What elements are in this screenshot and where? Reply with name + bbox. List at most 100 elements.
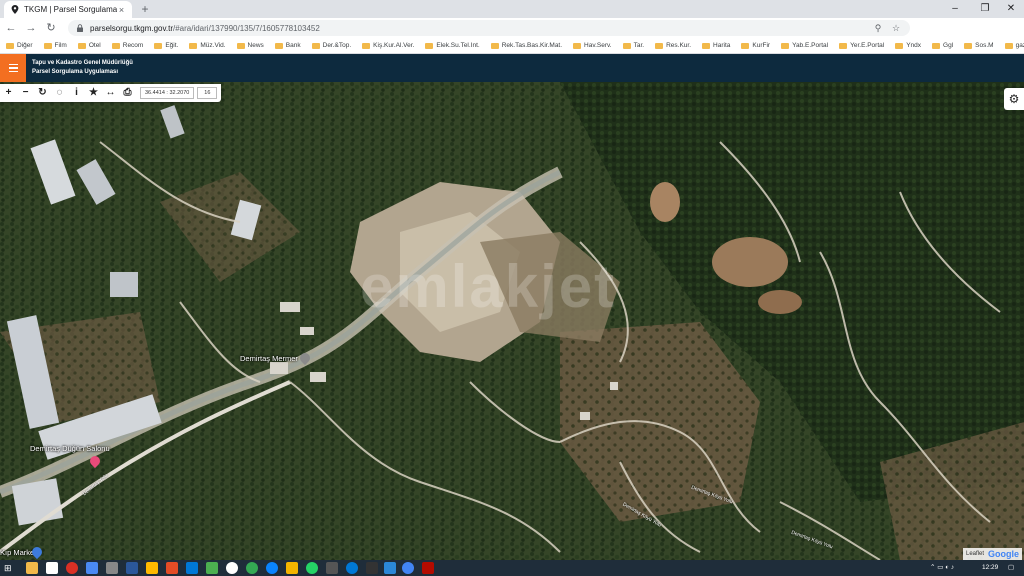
bookmarks-bar: Diğer Film Otel Recom Eğit. Müz.Vid. News Bank D… bbox=[0, 38, 1024, 54]
taskbar-app-icon[interactable] bbox=[266, 562, 278, 574]
satellite-imagery bbox=[0, 82, 1024, 560]
bookmark-folder[interactable]: Harita bbox=[702, 42, 730, 49]
browser-toolbar: ← → ↻ ⌂ parselsorgu.tkgm.gov.tr/#ara/ida… bbox=[0, 18, 1024, 51]
clock[interactable]: 12:29 bbox=[982, 560, 998, 576]
bookmark-label: Yab.E.Portal bbox=[792, 42, 829, 49]
system-tray-icons[interactable]: ⌃ ▭ ◐ ♪ bbox=[930, 560, 954, 576]
settings-gear-icon[interactable]: ⚙ bbox=[1004, 88, 1024, 110]
new-tab-button[interactable]: + bbox=[138, 2, 152, 16]
folder-icon bbox=[236, 42, 245, 49]
folder-icon bbox=[154, 42, 163, 49]
bookmark-folder[interactable]: Recom bbox=[111, 42, 143, 49]
taskbar-app-icon[interactable] bbox=[146, 562, 158, 574]
location-pin-icon bbox=[10, 5, 19, 14]
poi-label-mermer[interactable]: Demirtaş Mermer bbox=[240, 354, 298, 363]
bookmark-folder[interactable]: Bank bbox=[274, 42, 301, 49]
bookmark-folder[interactable]: Rek.Tas.Bas.Kir.Mat. bbox=[490, 42, 562, 49]
taskbar-app-icon[interactable] bbox=[384, 562, 396, 574]
measure-icon[interactable]: ↔ bbox=[102, 84, 119, 102]
bookmark-label: Bank bbox=[285, 42, 301, 49]
zoom-level-display[interactable]: 16 bbox=[197, 87, 218, 99]
satellite-map[interactable]: emlakjet + − ↻ ◌ i ★ ↔ ⎙ 36.4414 : 32.20… bbox=[0, 82, 1024, 560]
bookmark-label: Elek.Su.Tel.Int. bbox=[436, 42, 480, 49]
taskbar-app-icon[interactable] bbox=[166, 562, 178, 574]
taskbar-app-icon[interactable] bbox=[246, 562, 258, 574]
folder-icon bbox=[111, 42, 120, 49]
taskbar-app-icon[interactable] bbox=[326, 562, 338, 574]
coordinates-display[interactable]: 36.4414 : 32.2070 bbox=[140, 87, 195, 99]
edge-icon[interactable] bbox=[346, 562, 358, 574]
taskbar-app-icon[interactable] bbox=[126, 562, 138, 574]
bookmark-folder[interactable]: Diğer bbox=[6, 42, 33, 49]
bookmark-folder[interactable]: Der.&Top. bbox=[311, 42, 351, 49]
bookmark-label: Film bbox=[54, 42, 67, 49]
close-window-button[interactable]: ✕ bbox=[996, 0, 1024, 18]
file-explorer-icon[interactable] bbox=[26, 562, 38, 574]
leaflet-link[interactable]: Leaflet bbox=[966, 551, 984, 557]
bookmark-label: Sos.M bbox=[975, 42, 994, 49]
taskbar-app-icon[interactable] bbox=[46, 562, 58, 574]
acrobat-icon[interactable] bbox=[422, 562, 434, 574]
taskbar-app-icon[interactable] bbox=[366, 562, 378, 574]
bookmark-folder[interactable]: Elek.Su.Tel.Int. bbox=[425, 42, 480, 49]
location-icon[interactable]: ⚲ bbox=[872, 23, 884, 34]
bookmark-label: Müz.Vid. bbox=[200, 42, 226, 49]
info-icon[interactable]: i bbox=[68, 84, 85, 102]
hamburger-menu-button[interactable] bbox=[0, 54, 26, 82]
taskbar-app-icon[interactable] bbox=[86, 562, 98, 574]
folder-icon bbox=[895, 42, 904, 49]
windows-start-icon[interactable]: ⊞ bbox=[4, 562, 16, 574]
folder-icon bbox=[1004, 42, 1013, 49]
whatsapp-icon[interactable] bbox=[306, 562, 318, 574]
bookmark-folder[interactable]: Res.Kur. bbox=[655, 42, 691, 49]
taskbar-app-icon[interactable] bbox=[186, 562, 198, 574]
browser-tab[interactable]: TKGM | Parsel Sorgulama Uygula × bbox=[4, 1, 132, 18]
bookmark-folder[interactable]: Otel bbox=[77, 42, 101, 49]
bookmark-folder[interactable]: Yndx bbox=[895, 42, 921, 49]
bookmark-folder[interactable]: Yer.E.Portal bbox=[839, 42, 884, 49]
zoom-out-button[interactable]: − bbox=[17, 84, 34, 102]
opera-icon[interactable] bbox=[66, 562, 78, 574]
bookmark-folder[interactable]: Müz.Vid. bbox=[189, 42, 226, 49]
locate-icon[interactable]: ◌ bbox=[51, 84, 68, 102]
refresh-icon[interactable]: ↻ bbox=[34, 84, 51, 102]
taskbar-app-icon[interactable] bbox=[206, 562, 218, 574]
folder-icon bbox=[839, 42, 848, 49]
bookmark-folder[interactable]: Hav.Serv. bbox=[573, 42, 612, 49]
address-bar[interactable]: parselsorgu.tkgm.gov.tr/#ara/idari/13799… bbox=[68, 20, 910, 36]
bookmark-folder[interactable]: Yab.E.Portal bbox=[781, 42, 828, 49]
chrome-icon[interactable] bbox=[402, 562, 414, 574]
folder-icon bbox=[43, 42, 52, 49]
taskbar-app-icon[interactable] bbox=[286, 562, 298, 574]
taskbar-app-icon[interactable] bbox=[226, 562, 238, 574]
bookmark-folder[interactable]: Sos.M bbox=[964, 42, 994, 49]
folder-icon bbox=[274, 42, 283, 49]
google-logo: Google bbox=[988, 549, 1019, 559]
tab-close-icon[interactable]: × bbox=[117, 5, 126, 15]
poi-label-dugun[interactable]: Demirtaş Düğün Salonu bbox=[30, 444, 110, 453]
app-title-line2: Parsel Sorgulama Uygulaması bbox=[32, 69, 119, 75]
notifications-icon[interactable]: ▢ bbox=[1008, 560, 1014, 576]
bookmark-folder[interactable]: Ggl bbox=[932, 42, 953, 49]
minimize-button[interactable]: – bbox=[940, 0, 970, 18]
favorite-star-icon[interactable]: ★ bbox=[85, 84, 102, 102]
bookmark-star-icon[interactable]: ☆ bbox=[890, 23, 902, 34]
forward-button[interactable]: → bbox=[22, 19, 40, 37]
reload-button[interactable]: ↻ bbox=[42, 19, 60, 37]
bookmark-folder[interactable]: Eğit. bbox=[154, 42, 178, 49]
map-toolbar: + − ↻ ◌ i ★ ↔ ⎙ 36.4414 : 32.2070 16 bbox=[0, 84, 222, 102]
folder-icon bbox=[490, 42, 499, 49]
taskbar-app-icon[interactable] bbox=[106, 562, 118, 574]
bookmark-folder[interactable]: gazivisor bbox=[1004, 42, 1024, 49]
back-button[interactable]: ← bbox=[2, 19, 20, 37]
zoom-in-button[interactable]: + bbox=[0, 84, 17, 102]
bookmark-folder[interactable]: KurFir bbox=[741, 42, 770, 49]
print-icon[interactable]: ⎙ bbox=[119, 84, 136, 102]
bookmark-label: Kiş.Kur.Al.Ver. bbox=[373, 42, 415, 49]
bookmark-folder[interactable]: Kiş.Kur.Al.Ver. bbox=[362, 42, 414, 49]
bookmark-folder[interactable]: Film bbox=[43, 42, 67, 49]
bookmark-folder[interactable]: News bbox=[236, 42, 264, 49]
bookmark-folder[interactable]: Tar. bbox=[622, 42, 644, 49]
bookmark-label: Harita bbox=[713, 42, 731, 49]
folder-icon bbox=[425, 42, 434, 49]
